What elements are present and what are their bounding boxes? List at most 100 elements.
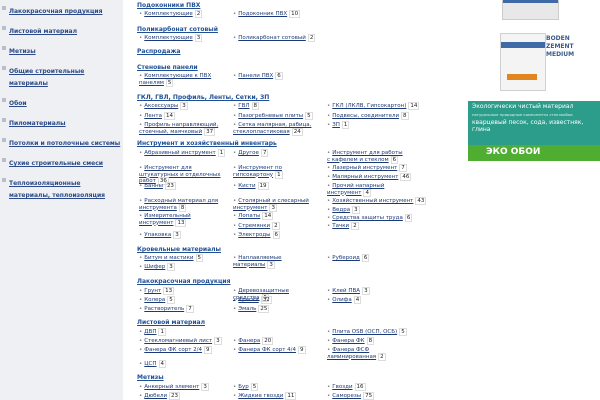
list-item[interactable]: • Инструмент для штукатурных и отделочных… [139,165,229,185]
list-item[interactable]: • Стекломагниевый лист 3 [139,337,229,345]
section-title[interactable]: Кровельные материалы [137,246,464,254]
list-item[interactable]: • Инструмент по гипсокартону 1 [233,165,323,179]
sidebar-item-general[interactable]: Общие строительные материалы [0,64,123,88]
list-item[interactable]: • Ванны 23 [139,182,229,190]
sidebar-link[interactable]: Теплоизоляционные материалы, теплоизоляц… [9,180,105,199]
list-item[interactable]: • Панели ПВХ 6 [233,72,343,80]
sidebar-link[interactable]: Пиломатериалы [9,120,66,127]
list-item[interactable]: • Упаковка 3 [139,231,229,239]
list-item[interactable]: • Пазогребневые плиты 5 [233,112,323,120]
sidebar-link[interactable]: Сухие строительные смеси [9,160,103,167]
list-item[interactable]: • Подоконник ПВХ 10 [233,10,343,18]
list-item[interactable]: • Гвозди 16 [327,383,462,391]
eco-wallpaper-banner[interactable]: Экологически чистый материал натуральные… [468,101,600,161]
product-image[interactable] [502,0,559,20]
list-item[interactable]: • Измерительный инструмент 13 [139,213,229,227]
list-item[interactable]: • Электроды 6 [233,231,323,239]
list-item[interactable]: • Лазерный инструмент 7 [327,164,462,172]
sidebar-item-hardware[interactable]: Метизы [0,44,123,56]
list-item[interactable]: • Тачки 2 [327,222,462,230]
bullet-icon [2,46,6,50]
list-item[interactable]: • Грунт 13 [139,287,229,295]
list-item[interactable]: • ГКЛ (ЛКЛВ, Гипсокартон) 14 [327,102,462,110]
sidebar-item-insulation[interactable]: Теплоизоляционные материалы, теплоизоляц… [0,176,123,200]
sidebar-link[interactable]: Метизы [9,48,36,55]
list-item[interactable]: • Кисти 19 [233,182,323,190]
list-item[interactable]: • Профиль направляющий, стоечный, маячков… [139,122,229,136]
list-item[interactable]: • Плита OSB (ОСП, ОСБ) 5 [327,328,462,336]
sidebar-item-dry-mixes[interactable]: Сухие строительные смеси [0,156,123,168]
list-item[interactable]: • Комплектующие к ПВХ панелям 5 [139,73,229,87]
section-title[interactable]: Листовой материал [137,319,464,327]
list-item[interactable]: • Бур 5 [233,383,323,391]
sidebar-item-paints[interactable]: Лакокрасочная продукция [0,4,123,16]
list-item[interactable]: • ДВП 1 [139,328,229,336]
list-item[interactable]: • Эмаль 25 [233,305,323,313]
section: Листовой материал [137,319,464,327]
list-item[interactable]: • ЗП 1 [327,121,462,129]
bullet-icon [2,138,6,142]
list-item[interactable]: • Расходный материал для инструмента 8 [139,198,229,212]
list-item[interactable]: • Сетка малярная, рабица, стеклопластиков… [233,122,323,136]
list-item[interactable]: • Наплавляемые материалы 3 [233,255,323,269]
list-item[interactable]: • Жидкие гвозди 11 [233,392,323,400]
list-item[interactable]: • Фанера ФК сорт 4/4 9 [233,346,323,354]
list-item[interactable]: • Прочий напарный инструмент 4 [327,183,407,197]
list-item[interactable]: • Фанера ФСФ ламинированная 2 [327,347,427,361]
list-item[interactable]: • Стремянки 2 [233,222,323,230]
list-item[interactable]: • Фанера ФК 8 [327,337,462,345]
list-item[interactable]: • Шифер 3 [139,263,229,271]
section-title[interactable]: Поликарбонат сотовый [137,26,464,34]
list-item[interactable]: • Саморезы 75 [327,392,462,400]
list-item[interactable]: • Инструмент для работы с кафелем и стекл… [327,150,407,164]
sidebar-link[interactable]: Обои [9,100,27,107]
product-image[interactable] [500,33,546,91]
sidebar-item-lumber[interactable]: Пиломатериалы [0,116,123,128]
list-item[interactable]: • Ведра 3 [327,206,462,214]
section-title[interactable]: Лакокрасочная продукция [137,278,464,286]
list-item[interactable]: • Комплектующие 3 [139,34,229,42]
list-item[interactable]: • Другое 7 [233,149,323,157]
section: Лакокрасочная продукция [137,278,464,286]
list-item[interactable]: • Олифа 4 [327,296,462,304]
section-title[interactable]: Стеновые панели [137,64,464,72]
list-item[interactable]: • Хозяйственный инструмент 43 [327,197,462,205]
list-item[interactable]: • Битум и мастики 5 [139,254,229,262]
list-item[interactable]: • ЦСП 4 [139,360,229,368]
list-item[interactable]: • ГВЛ 8 [233,102,323,110]
sidebar-link[interactable]: Потолки и потолочные системы [9,140,120,147]
sidebar-item-wallpaper[interactable]: Обои [0,96,123,108]
list-item[interactable]: • Средства защиты труда 6 [327,214,462,222]
list-item[interactable]: • Фанера ФК сорт 2/4 9 [139,346,229,354]
list-item[interactable]: • Рубероид 6 [327,254,462,262]
list-item[interactable]: • Малярный инструмент 46 [327,173,462,181]
list-item[interactable]: • Аксессуары 3 [139,102,229,110]
list-item[interactable]: • Комплектующие 2 [139,10,229,18]
list-item[interactable]: • Растворитель 7 [139,305,229,313]
list-item[interactable]: • Клей ПВА 3 [327,287,462,295]
sidebar-link[interactable]: Листовой материал [9,28,77,35]
list-item[interactable]: • Подвесы, соединители 8 [327,112,462,120]
list-item[interactable]: • Столярный и слесарный инструмент 3 [233,198,323,212]
section-title[interactable]: Подоконники ПВХ [137,2,464,10]
list-item[interactable]: • Анкерный элемент 3 [139,383,229,391]
list-item[interactable]: • Колера 5 [139,296,229,304]
list-item[interactable]: • Фанера 20 [233,337,323,345]
sidebar-item-sheet[interactable]: Листовой материал [0,24,123,36]
list-item[interactable]: • Краска 32 [233,296,323,304]
list-item[interactable]: • Лопаты 14 [233,212,323,220]
banner-headline: Экологически чистый материал [472,103,574,110]
list-item[interactable]: • Абразивный инструмент 1 [139,149,229,157]
sidebar-link[interactable]: Общие строительные материалы [9,68,84,87]
section-title[interactable]: ГКЛ, ГВЛ, Профиль, Ленты, Сетки, ЗП [137,94,464,102]
list-item[interactable]: • Лента 14 [139,112,229,120]
section-title[interactable]: Распродажа [137,48,464,56]
bullet-icon [2,26,6,30]
sidebar-item-ceilings[interactable]: Потолки и потолочные системы [0,136,123,148]
section-title[interactable]: Инструмент и хозяйственный инвентарь [137,140,464,148]
list-item[interactable]: • Дюбели 23 [139,392,229,400]
bullet-icon [2,178,6,182]
section-title[interactable]: Метизы [137,374,464,382]
sidebar-link[interactable]: Лакокрасочная продукция [9,8,102,15]
list-item[interactable]: • Поликарбонат сотовый 2 [233,34,343,42]
